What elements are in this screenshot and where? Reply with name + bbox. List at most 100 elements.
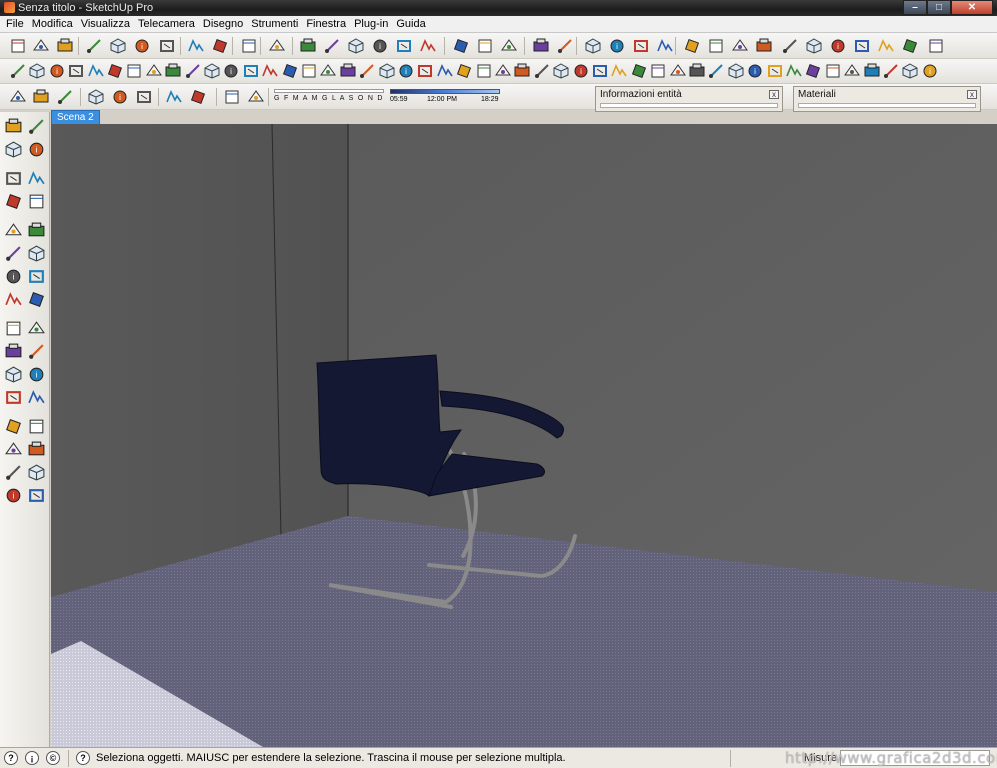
draw-tool-9-icon[interactable] — [163, 61, 183, 81]
draw-tool-31-icon[interactable] — [590, 61, 610, 81]
component-icon[interactable] — [8, 87, 28, 107]
paint-bucket-icon[interactable] — [2, 138, 24, 160]
time-slider[interactable] — [390, 89, 500, 94]
draw-tool-23-icon[interactable] — [435, 61, 455, 81]
axes-icon[interactable] — [2, 363, 24, 385]
draw-tool-15-icon[interactable] — [280, 61, 300, 81]
left-view-icon[interactable] — [418, 36, 438, 56]
draw-tool-19-icon[interactable] — [357, 61, 377, 81]
draw-tool-28-icon[interactable] — [532, 61, 552, 81]
draw-tool-36-icon[interactable] — [687, 61, 707, 81]
draw-tool-47-icon[interactable] — [900, 61, 920, 81]
print-icon[interactable] — [239, 36, 259, 56]
draw-tool-1-icon[interactable] — [8, 61, 28, 81]
section-cut-icon[interactable] — [499, 36, 519, 56]
tape-measure-icon[interactable] — [2, 317, 24, 339]
wireframe-icon[interactable] — [555, 36, 575, 56]
r-icon[interactable] — [730, 36, 750, 56]
xray-icon[interactable] — [531, 36, 551, 56]
line-icon[interactable] — [25, 167, 47, 189]
eraser-icon[interactable]: i — [25, 138, 47, 160]
materials-expand-bar[interactable] — [798, 103, 976, 108]
text-icon[interactable] — [25, 340, 47, 362]
draw-tool-10-icon[interactable] — [183, 61, 203, 81]
menu-file[interactable]: File — [2, 18, 28, 30]
shaded-icon[interactable]: i — [607, 36, 627, 56]
shadow-toggle-icon[interactable] — [222, 87, 242, 107]
menu-disegno[interactable]: Disegno — [199, 18, 247, 30]
draw-tool-46-icon[interactable] — [881, 61, 901, 81]
cut-icon[interactable] — [84, 36, 104, 56]
sandbox-icon[interactable]: i — [828, 36, 848, 56]
draw-tool-18-icon[interactable] — [338, 61, 358, 81]
section-display-icon[interactable] — [475, 36, 495, 56]
walk-icon[interactable]: i — [2, 484, 24, 506]
zoom-window-icon[interactable] — [25, 415, 47, 437]
open-icon[interactable] — [31, 36, 51, 56]
draw-tool-32-icon[interactable] — [609, 61, 629, 81]
geo-location-icon[interactable]: ? — [4, 751, 18, 765]
draw-tool-20-icon[interactable] — [377, 61, 397, 81]
plug-icon[interactable] — [926, 36, 946, 56]
previous-view-icon[interactable] — [25, 438, 47, 460]
axis-n-icon[interactable] — [134, 87, 154, 107]
draw-tool-33-icon[interactable] — [629, 61, 649, 81]
polygon-icon[interactable] — [2, 219, 24, 241]
entity-info-expand-bar[interactable] — [600, 103, 778, 108]
hidden-line-icon[interactable] — [583, 36, 603, 56]
menu-modifica[interactable]: Modifica — [28, 18, 77, 30]
ruby-icon[interactable] — [682, 36, 702, 56]
select-icon[interactable] — [2, 115, 24, 137]
protractor-icon[interactable] — [2, 340, 24, 362]
move-icon[interactable] — [2, 242, 24, 264]
draw-tool-42-icon[interactable] — [803, 61, 823, 81]
copy-icon[interactable] — [108, 36, 128, 56]
erase-icon[interactable] — [157, 36, 177, 56]
3d-viewport[interactable] — [51, 124, 997, 747]
draw-tool-26-icon[interactable] — [493, 61, 513, 81]
menu-telecamera[interactable]: Telecamera — [134, 18, 199, 30]
rectangle-icon[interactable] — [2, 167, 24, 189]
redo-icon[interactable] — [210, 36, 230, 56]
draw-tool-35-icon[interactable] — [668, 61, 688, 81]
user-icon[interactable]: © — [46, 751, 60, 765]
menu-finestra[interactable]: Finestra — [302, 18, 350, 30]
material-icon[interactable] — [55, 87, 75, 107]
zoom-icon[interactable] — [2, 415, 24, 437]
cube-small-icon[interactable] — [900, 36, 920, 56]
pan-icon[interactable] — [25, 386, 47, 408]
front-view-icon[interactable] — [346, 36, 366, 56]
draw-tool-27-icon[interactable] — [512, 61, 532, 81]
orbit-icon[interactable] — [2, 386, 24, 408]
circle-icon[interactable] — [2, 190, 24, 212]
menu-strumenti[interactable]: Strumenti — [247, 18, 302, 30]
draw-tool-13-icon[interactable] — [241, 61, 261, 81]
top-view-icon[interactable] — [322, 36, 342, 56]
draw-tool-6-icon[interactable] — [105, 61, 125, 81]
scale-icon[interactable] — [2, 288, 24, 310]
monochrome-icon[interactable] — [655, 36, 675, 56]
draw-tool-3-icon[interactable]: i — [47, 61, 67, 81]
draw-tool-5-icon[interactable] — [86, 61, 106, 81]
tag-icon[interactable] — [706, 36, 726, 56]
entity-info-close-button[interactable]: x — [769, 90, 779, 99]
draw-tool-24-icon[interactable] — [454, 61, 474, 81]
undo-icon[interactable] — [186, 36, 206, 56]
pushpull-minus-icon[interactable] — [188, 87, 208, 107]
freehand-icon[interactable] — [25, 219, 47, 241]
draw-tool-43-icon[interactable] — [823, 61, 843, 81]
zoom-extents-icon[interactable] — [2, 438, 24, 460]
draw-tool-21-icon[interactable]: i — [396, 61, 416, 81]
draw-tool-34-icon[interactable] — [648, 61, 668, 81]
3d-text-icon[interactable]: i — [25, 363, 47, 385]
draw-tool-39-icon[interactable]: i — [745, 61, 765, 81]
dimension-icon[interactable] — [25, 317, 47, 339]
position-camera-icon[interactable] — [2, 461, 24, 483]
dynamic-icon[interactable] — [780, 36, 800, 56]
flag-icon[interactable] — [852, 36, 872, 56]
model-info-icon[interactable] — [267, 36, 287, 56]
draw-tool-38-icon[interactable] — [726, 61, 746, 81]
draw-tool-11-icon[interactable] — [202, 61, 222, 81]
maximize-button[interactable]: □ — [927, 0, 951, 15]
section-icon[interactable] — [25, 484, 47, 506]
